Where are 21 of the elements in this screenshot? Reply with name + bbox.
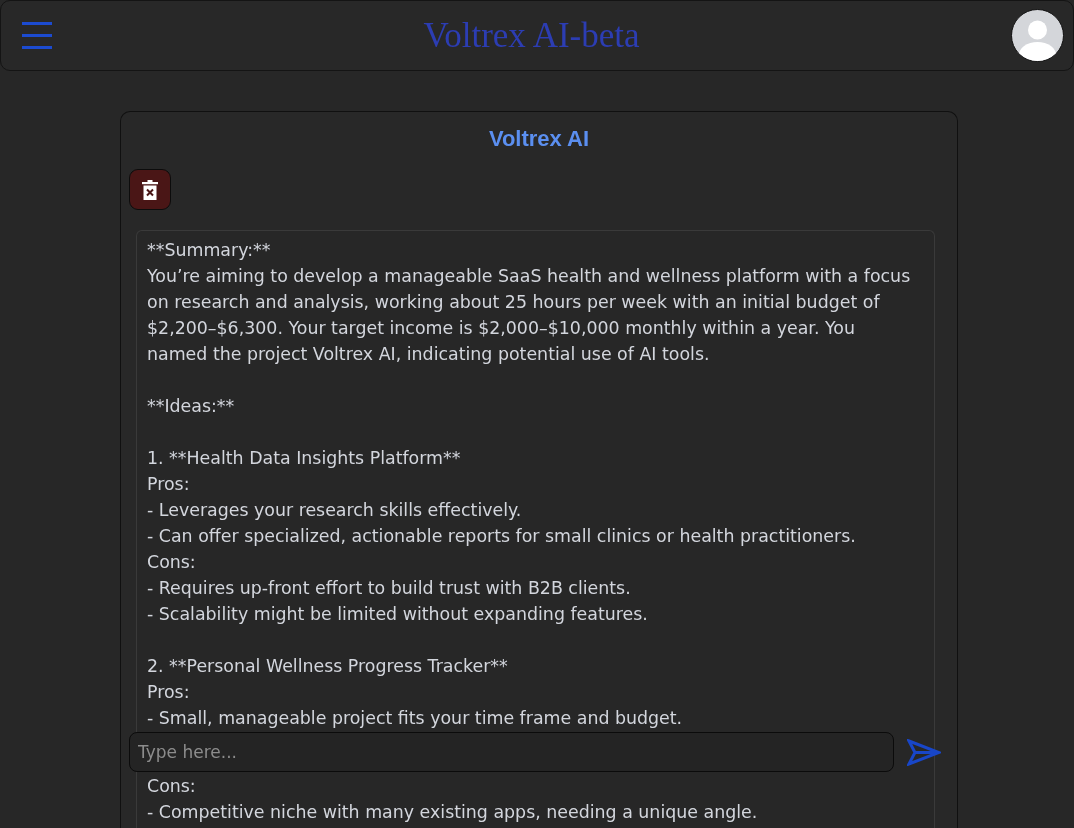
panel-title: Voltrex AI: [488, 126, 590, 152]
message-text: 2. **Personal Wellness Progress Tracker**: [147, 655, 509, 678]
input-field[interactable]: Type here...: [129, 732, 894, 772]
message-text: - Requires up-front effort to build trust with B2B clients.: [147, 577, 632, 600]
message-text: Cons:: [147, 551, 197, 574]
message-text: 1. **Health Data Insights Platform**: [147, 447, 462, 470]
message-text: - Small, manageable project fits your time frame and budget.: [147, 707, 684, 730]
message-text: - Competitive niche with many existing apps, needing a unique angle.: [147, 801, 759, 824]
clear-chat-button[interactable]: [129, 169, 171, 210]
message-text: You’re aiming to develop a manageable SaaS health and wellness platform with a focus on research and analysis, working about 25 hours per week with an initial budget of $2,200–$6,300. Your target income is $2,000–$10,000 monthly within a year. You named the project Voltrex AI, indicating potential use of AI tools.: [147, 265, 912, 366]
message-text: Pros:: [147, 473, 191, 496]
avatar-icon[interactable]: [1011, 9, 1064, 62]
app-title: Voltrex AI-beta: [423, 15, 640, 56]
message-text: Pros:: [147, 681, 191, 704]
message-text: - Can offer specialized, actionable reports for small clinics or health practitioners.: [147, 525, 857, 548]
message-text: - Leverages your research skills effectively.: [147, 499, 523, 522]
message-text: **Ideas:**: [147, 395, 236, 418]
message-text: **Summary:**: [147, 239, 272, 262]
trash-icon: [142, 179, 158, 200]
message-text: - Scalability might be limited without expanding features.: [147, 603, 649, 626]
message-text: Cons:: [147, 775, 197, 798]
